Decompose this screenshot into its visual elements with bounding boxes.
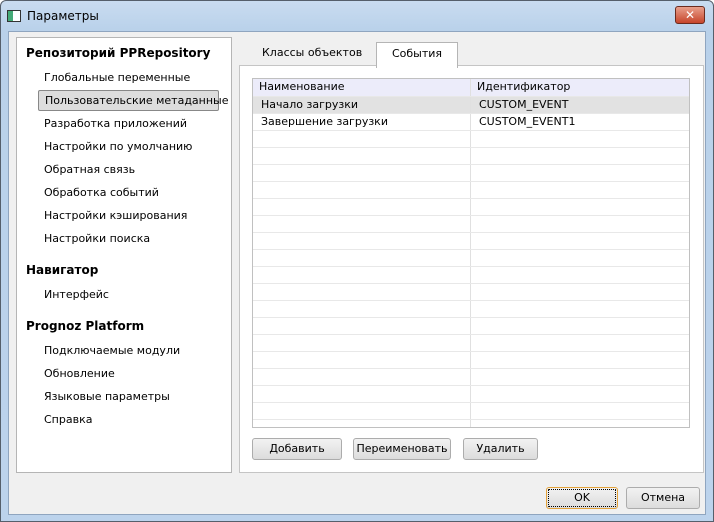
empty-row xyxy=(253,165,689,182)
tab-panel: Наименование Идентификатор Начало загруз… xyxy=(239,65,704,473)
empty-cell xyxy=(253,148,471,164)
dialog-body: Репозиторий PPRepository Глобальные пере… xyxy=(8,31,706,515)
empty-row xyxy=(253,182,689,199)
sidebar-item[interactable]: Интерфейс xyxy=(38,285,115,306)
empty-row xyxy=(253,284,689,301)
empty-cell xyxy=(253,369,471,385)
delete-button[interactable]: Удалить xyxy=(463,438,538,460)
empty-cell xyxy=(253,250,471,266)
sidebar-item[interactable]: Настройки поиска xyxy=(38,229,156,250)
events-table: Наименование Идентификатор Начало загруз… xyxy=(252,78,690,428)
empty-row xyxy=(253,369,689,386)
empty-cell xyxy=(253,284,471,300)
empty-cell xyxy=(253,267,471,283)
cell-id: CUSTOM_EVENT1 xyxy=(479,115,576,128)
column-header-name[interactable]: Наименование xyxy=(253,79,471,96)
empty-cell xyxy=(253,420,471,427)
close-button[interactable]: ✕ xyxy=(675,6,705,24)
empty-row xyxy=(253,267,689,284)
empty-cell xyxy=(253,182,471,198)
group-title: Prognoz Platform xyxy=(26,319,145,333)
empty-cell xyxy=(253,131,471,147)
empty-row xyxy=(253,250,689,267)
empty-cell xyxy=(253,386,471,402)
empty-cell xyxy=(253,165,471,181)
sidebar-item[interactable]: Настройки по умолчанию xyxy=(38,137,198,158)
empty-cell xyxy=(253,403,471,419)
app-icon xyxy=(7,10,21,22)
sidebar-item[interactable]: Настройки кэширования xyxy=(38,206,193,227)
empty-cell xyxy=(253,233,471,249)
table-row[interactable]: Начало загрузки CUSTOM_EVENT xyxy=(253,97,689,114)
sidebar-item[interactable]: Справка xyxy=(38,410,98,431)
sidebar-item[interactable]: Подключаемые модули xyxy=(38,341,186,362)
empty-row xyxy=(253,335,689,352)
empty-row xyxy=(253,352,689,369)
group-title: Репозиторий PPRepository xyxy=(26,46,211,60)
empty-row xyxy=(253,148,689,165)
cell-id: CUSTOM_EVENT xyxy=(479,98,569,111)
empty-row xyxy=(253,233,689,250)
window-title: Параметры xyxy=(27,9,99,23)
group-title: Навигатор xyxy=(26,263,99,277)
empty-cell xyxy=(253,199,471,215)
empty-row xyxy=(253,199,689,216)
dialog-window: Параметры ✕ Репозиторий PPRepository Гло… xyxy=(0,0,714,522)
empty-row xyxy=(253,318,689,335)
sidebar-item[interactable]: Обратная связь xyxy=(38,160,141,181)
add-button[interactable]: Добавить xyxy=(252,438,342,460)
cell-name: Начало загрузки xyxy=(253,97,471,113)
empty-row xyxy=(253,131,689,148)
sidebar-item[interactable]: Разработка приложений xyxy=(38,114,193,135)
cancel-button[interactable]: Отмена xyxy=(626,487,700,509)
sidebar-item[interactable]: Обновление xyxy=(38,364,121,385)
cell-name: Завершение загрузки xyxy=(253,114,471,130)
empty-cell xyxy=(253,318,471,334)
ok-button[interactable]: OK xyxy=(546,487,618,509)
empty-cell xyxy=(253,301,471,317)
empty-cell xyxy=(253,335,471,351)
empty-row xyxy=(253,216,689,233)
sidebar-item[interactable]: Языковые параметры xyxy=(38,387,176,408)
empty-cell xyxy=(253,352,471,368)
empty-cell xyxy=(253,216,471,232)
tab-events[interactable]: События xyxy=(376,42,458,68)
sidebar-item-selected[interactable]: Пользовательские метаданные xyxy=(38,90,229,111)
tab-object-classes[interactable]: Классы объектов xyxy=(248,42,376,66)
rename-button[interactable]: Переименовать xyxy=(353,438,451,460)
table-header: Наименование Идентификатор xyxy=(253,79,689,97)
column-header-id[interactable]: Идентификатор xyxy=(471,79,570,96)
title-bar: Параметры xyxy=(7,7,99,25)
sidebar-item[interactable]: Глобальные переменные xyxy=(38,68,196,89)
empty-row xyxy=(253,386,689,403)
empty-row xyxy=(253,301,689,318)
sidebar-item[interactable]: Обработка событий xyxy=(38,183,165,204)
empty-row xyxy=(253,403,689,420)
sidebar: Репозиторий PPRepository Глобальные пере… xyxy=(16,37,232,473)
table-row[interactable]: Завершение загрузки CUSTOM_EVENT1 xyxy=(253,114,689,131)
empty-row xyxy=(253,420,689,427)
